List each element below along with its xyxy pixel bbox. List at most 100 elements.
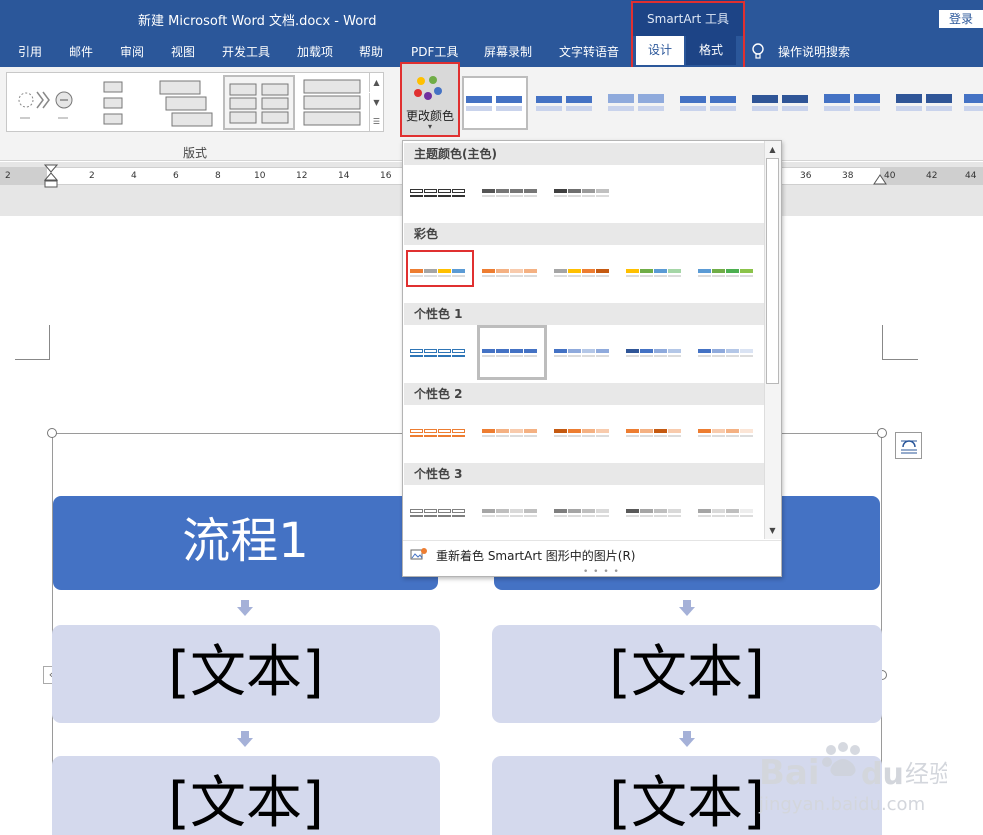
swatch-underbar: [510, 275, 523, 277]
swatch-underbar: [626, 275, 639, 277]
swatch-bar: [712, 269, 725, 273]
color-swatch[interactable]: [482, 257, 542, 289]
tab-developer[interactable]: 开发工具: [222, 43, 270, 60]
resize-handle[interactable]: [47, 428, 57, 438]
color-swatch[interactable]: [698, 497, 758, 529]
color-swatch[interactable]: [554, 177, 614, 209]
color-swatch[interactable]: [554, 257, 614, 289]
color-swatch[interactable]: [698, 257, 758, 289]
right-indent-marker-icon[interactable]: [873, 172, 887, 186]
swatch-bar: [712, 349, 725, 353]
layout-option-list-process[interactable]: [298, 76, 368, 128]
tab-mailings[interactable]: 邮件: [69, 43, 93, 60]
flow-arrow-icon: [237, 738, 253, 747]
tab-text-to-speech[interactable]: 文字转语音: [559, 43, 619, 60]
color-swatch[interactable]: [482, 417, 542, 449]
color-swatch[interactable]: [482, 177, 542, 209]
swatch-underbar: [410, 515, 423, 517]
swatch-bar: [740, 429, 753, 433]
color-section-header: 个性色 2: [404, 383, 764, 405]
swatch-bar: [452, 509, 465, 513]
swatch-bar: [712, 509, 725, 513]
color-swatch[interactable]: [554, 417, 614, 449]
swatch-underbar: [626, 435, 639, 437]
swatch-bar: [524, 189, 537, 193]
swatch-bar: [438, 189, 451, 193]
ruler-number: 6: [173, 171, 179, 181]
color-swatch[interactable]: [626, 417, 686, 449]
color-section-header: 个性色 1: [404, 303, 764, 325]
color-swatch[interactable]: [410, 337, 470, 369]
swatch-bar: [626, 349, 639, 353]
ruler-number: 42: [926, 171, 938, 181]
ruler-number: 8: [215, 171, 221, 181]
tab-references[interactable]: 引用: [18, 43, 42, 60]
text-box[interactable]: [文本]: [52, 756, 440, 835]
text-box[interactable]: [文本]: [52, 625, 440, 723]
tab-help[interactable]: 帮助: [359, 43, 383, 60]
swatch-bar: [452, 189, 465, 193]
ruler-number: 4: [131, 171, 137, 181]
resize-grip-icon[interactable]: • • • •: [583, 567, 620, 577]
scroll-up-arrow-icon[interactable]: ▲: [764, 142, 781, 158]
color-section-header: 彩色: [404, 223, 764, 245]
swatch-underbar: [524, 515, 537, 517]
swatch-underbar: [568, 275, 581, 277]
swatch-bar: [452, 429, 465, 433]
swatch-bar: [424, 509, 437, 513]
swatch-underbar: [424, 195, 437, 197]
login-button[interactable]: 登录: [939, 10, 983, 28]
swatch-bar: [496, 429, 509, 433]
tab-addins[interactable]: 加载项: [297, 43, 333, 60]
swatch-underbar: [554, 435, 567, 437]
swatch-underbar: [698, 355, 711, 357]
tab-review[interactable]: 审阅: [120, 43, 144, 60]
layouts-more[interactable]: ☰: [369, 112, 383, 131]
swatch-underbar: [482, 515, 495, 517]
tab-view[interactable]: 视图: [171, 43, 195, 60]
swatch-bar: [596, 509, 609, 513]
color-swatch[interactable]: [410, 497, 470, 529]
scroll-down-arrow-icon[interactable]: ▼: [764, 523, 781, 539]
tab-screen-record[interactable]: 屏幕录制: [484, 43, 532, 60]
layout-option-grid-process[interactable]: [226, 78, 296, 130]
swatch-underbar: [410, 435, 423, 437]
dropdown-scroll-thumb[interactable]: [766, 158, 779, 384]
color-swatch[interactable]: [482, 497, 542, 529]
layouts-scroll-down[interactable]: ▼: [369, 93, 383, 112]
color-swatch[interactable]: [626, 337, 686, 369]
layout-option-staggered-process[interactable]: [152, 76, 222, 128]
layout-option-circle-chevrons[interactable]: [12, 76, 82, 128]
indent-marker-icon[interactable]: [44, 164, 58, 190]
color-swatch[interactable]: [626, 257, 686, 289]
recolor-pictures-item[interactable]: 重新着色 SmartArt 图形中的图片(R): [436, 547, 635, 564]
swatch-bar: [668, 269, 681, 273]
color-swatch[interactable]: [698, 337, 758, 369]
svg-text:经验: 经验: [905, 760, 947, 788]
color-swatch[interactable]: [554, 497, 614, 529]
color-swatch[interactable]: [554, 337, 614, 369]
color-swatch[interactable]: [698, 417, 758, 449]
swatch-underbar: [582, 195, 595, 197]
color-swatch[interactable]: [626, 497, 686, 529]
color-swatch[interactable]: [410, 177, 470, 209]
text-box[interactable]: [文本]: [492, 625, 882, 723]
color-swatch[interactable]: [410, 417, 470, 449]
swatch-underbar: [554, 195, 567, 197]
tell-me-search[interactable]: 操作说明搜索: [778, 43, 850, 60]
swatch-underbar: [438, 515, 451, 517]
layouts-scroll-up[interactable]: ▲: [369, 73, 383, 92]
smartart-styles-gallery[interactable]: [462, 76, 983, 132]
swatch-bar: [452, 349, 465, 353]
layout-options-icon[interactable]: [895, 432, 922, 459]
resize-handle[interactable]: [877, 428, 887, 438]
swatch-bar: [740, 509, 753, 513]
swatch-underbar: [654, 275, 667, 277]
flow-arrow-icon: [679, 607, 695, 616]
layout-option-vertical-process[interactable]: [80, 76, 150, 128]
tab-pdf-tools[interactable]: PDF工具: [411, 43, 458, 60]
swatch-bar: [510, 269, 523, 273]
swatch-underbar: [626, 515, 639, 517]
flow-arrow-stem: [683, 731, 691, 738]
process-header-1[interactable]: 流程1: [53, 496, 438, 590]
